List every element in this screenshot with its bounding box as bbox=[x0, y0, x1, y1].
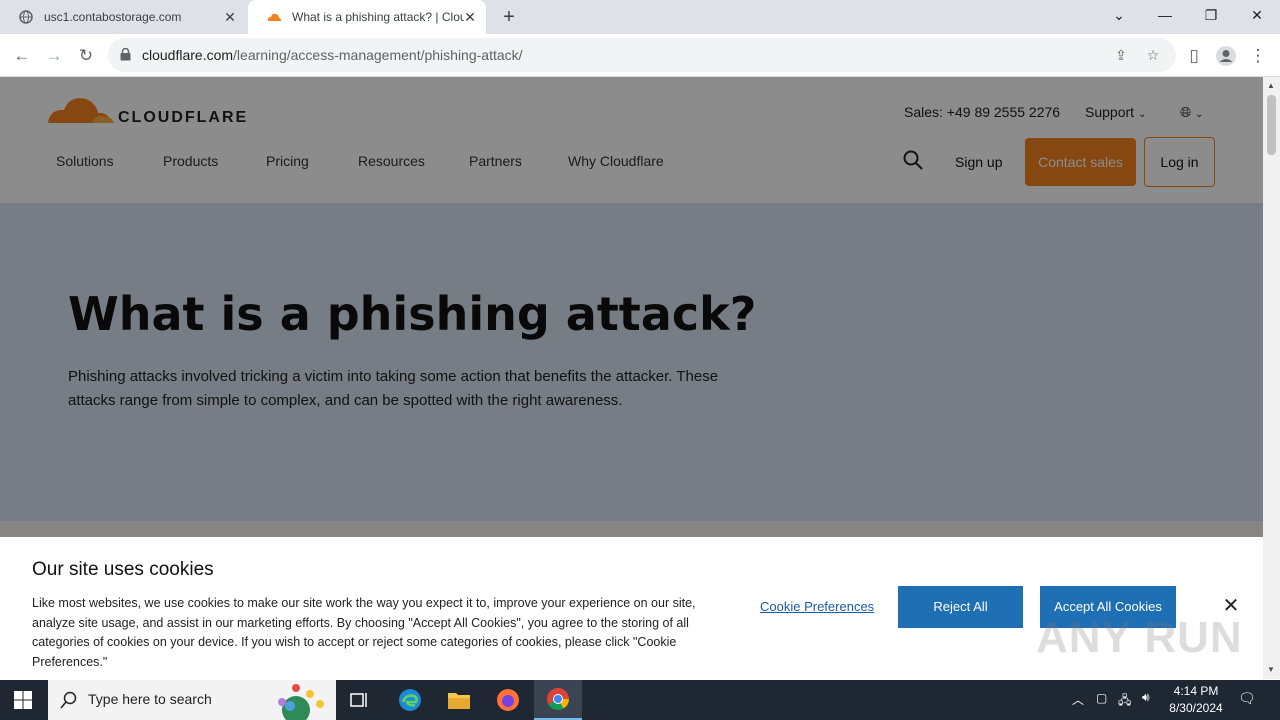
search-highlight-illustration bbox=[278, 684, 324, 720]
minimize-button[interactable]: — bbox=[1142, 0, 1188, 30]
taskbar-search-placeholder: Type here to search bbox=[88, 691, 212, 707]
chrome-icon[interactable] bbox=[534, 680, 582, 720]
clock-date: 8/30/2024 bbox=[1169, 701, 1223, 715]
search-icon bbox=[60, 691, 77, 709]
new-tab-button[interactable]: + bbox=[498, 6, 520, 28]
side-panel-icon[interactable]: ▯ bbox=[1181, 43, 1207, 69]
globe-icon bbox=[18, 9, 34, 25]
reload-icon[interactable]: ↻ bbox=[73, 43, 99, 69]
cookie-banner-title: Our site uses cookies bbox=[32, 559, 214, 580]
cloudflare-favicon-icon bbox=[266, 9, 282, 25]
web-page: CLOUDFLARE Sales: +49 89 2555 2276 Suppo… bbox=[0, 77, 1263, 679]
forward-icon[interactable]: → bbox=[41, 43, 67, 69]
reject-all-button[interactable]: Reject All bbox=[898, 586, 1023, 628]
browser-tab-strip: usc1.contabostorage.com ✕ What is a phis… bbox=[0, 0, 1280, 34]
notification-icon[interactable]: 🗨︎ bbox=[1238, 690, 1258, 708]
windows-taskbar: Type here to search ︿ ▢ 🖧︎ 🔊︎ 4:14 PM 8/… bbox=[0, 680, 1280, 720]
scroll-down-arrow-icon[interactable]: ▼ bbox=[1267, 665, 1275, 674]
anyrun-watermark: ANY RUN bbox=[1036, 613, 1243, 662]
volume-icon[interactable]: 🔊︎ bbox=[1142, 690, 1150, 705]
show-hidden-icons-chevron-icon[interactable]: ︿ bbox=[1072, 691, 1084, 708]
cookie-banner-text: Like most websites, we use cookies to ma… bbox=[32, 596, 696, 669]
close-tab-icon[interactable]: ✕ bbox=[222, 9, 238, 25]
tab-title: usc1.contabostorage.com bbox=[44, 10, 182, 24]
task-view-icon[interactable] bbox=[340, 684, 380, 716]
scroll-up-arrow-icon[interactable]: ▲ bbox=[1267, 81, 1275, 90]
share-icon[interactable]: ⇪ bbox=[1112, 46, 1130, 64]
firefox-icon[interactable] bbox=[488, 684, 528, 716]
tab-search-icon[interactable]: ⌄ bbox=[1096, 0, 1142, 30]
network-icon[interactable]: 🖧︎ bbox=[1118, 691, 1131, 712]
bookmark-star-icon[interactable]: ☆ bbox=[1144, 46, 1162, 64]
close-tab-icon[interactable]: ✕ bbox=[462, 9, 478, 25]
browser-tab-active[interactable]: What is a phishing attack? | Clou ✕ bbox=[248, 0, 486, 34]
browser-tab[interactable]: usc1.contabostorage.com ✕ bbox=[0, 0, 246, 34]
edge-icon[interactable] bbox=[390, 684, 430, 716]
restore-button[interactable]: ❐ bbox=[1188, 0, 1234, 30]
cookie-banner: Our site uses cookies Like most websites… bbox=[0, 537, 1263, 679]
modal-overlay bbox=[0, 77, 1263, 537]
url-text: cloudflare.com/learning/access-managemen… bbox=[142, 47, 523, 63]
scrollbar-thumb[interactable] bbox=[1267, 95, 1276, 155]
back-icon[interactable]: ← bbox=[9, 43, 35, 69]
browser-toolbar: ← → ↻ cloudflare.com/learning/access-man… bbox=[0, 34, 1280, 77]
profile-icon[interactable] bbox=[1213, 43, 1239, 69]
cookie-preferences-link[interactable]: Cookie Preferences bbox=[760, 599, 874, 614]
page-scrollbar[interactable]: ▲ ▼ bbox=[1263, 77, 1280, 679]
window-close-button[interactable]: ✕ bbox=[1234, 0, 1280, 30]
clock-time: 4:14 PM bbox=[1173, 684, 1219, 698]
url-domain: cloudflare.com bbox=[142, 47, 234, 63]
device-icon[interactable]: ▢ bbox=[1096, 691, 1107, 705]
taskbar-clock[interactable]: 4:14 PM 8/30/2024 bbox=[1164, 683, 1228, 717]
taskbar-search-box[interactable]: Type here to search bbox=[48, 680, 336, 720]
file-explorer-icon[interactable] bbox=[439, 684, 479, 716]
windows-start-icon[interactable] bbox=[14, 691, 32, 709]
tab-title: What is a phishing attack? | Clou bbox=[292, 10, 464, 24]
address-bar[interactable]: cloudflare.com/learning/access-managemen… bbox=[108, 38, 1176, 72]
lock-icon bbox=[120, 48, 131, 61]
url-path: /learning/access-management/phishing-att… bbox=[233, 47, 523, 63]
menu-kebab-icon[interactable]: ⋮ bbox=[1245, 43, 1271, 69]
